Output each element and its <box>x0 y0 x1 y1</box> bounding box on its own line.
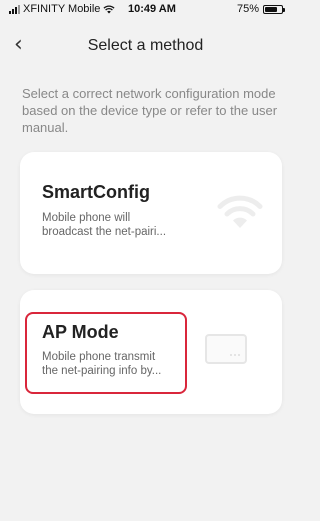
ap-mode-description: Mobile phone transmit the net-pairing in… <box>42 351 162 377</box>
status-bar: XFINITY Mobile 10:49 AM 75% <box>0 0 291 18</box>
wifi-status-icon <box>103 4 115 13</box>
screen: XFINITY Mobile 10:49 AM 75% ‹ Select a m… <box>0 0 291 521</box>
signal-icon <box>9 4 20 14</box>
header: ‹ Select a method <box>0 28 291 64</box>
page-title: Select a method <box>87 37 204 54</box>
instruction-text: Select a correct network configuration m… <box>22 86 278 135</box>
battery-group: 75% <box>236 3 285 15</box>
ap-mode-card[interactable]: AP Mode Mobile phone transmit the net-pa… <box>20 290 282 414</box>
smartconfig-title: SmartConfig <box>42 182 150 202</box>
smartconfig-card[interactable]: SmartConfig Mobile phone will broadcast … <box>20 152 282 274</box>
carrier-group: XFINITY Mobile <box>9 3 115 15</box>
battery-icon <box>263 4 285 14</box>
router-device-icon <box>205 334 247 364</box>
ap-mode-title: AP Mode <box>42 322 119 342</box>
wifi-icon <box>217 195 263 228</box>
carrier-name: XFINITY Mobile <box>23 3 101 15</box>
status-time: 10:49 AM <box>128 3 176 15</box>
battery-fill <box>265 6 277 12</box>
battery-percent: 75% <box>236 3 259 15</box>
smartconfig-description: Mobile phone will broadcast the net-pair… <box>42 212 167 238</box>
